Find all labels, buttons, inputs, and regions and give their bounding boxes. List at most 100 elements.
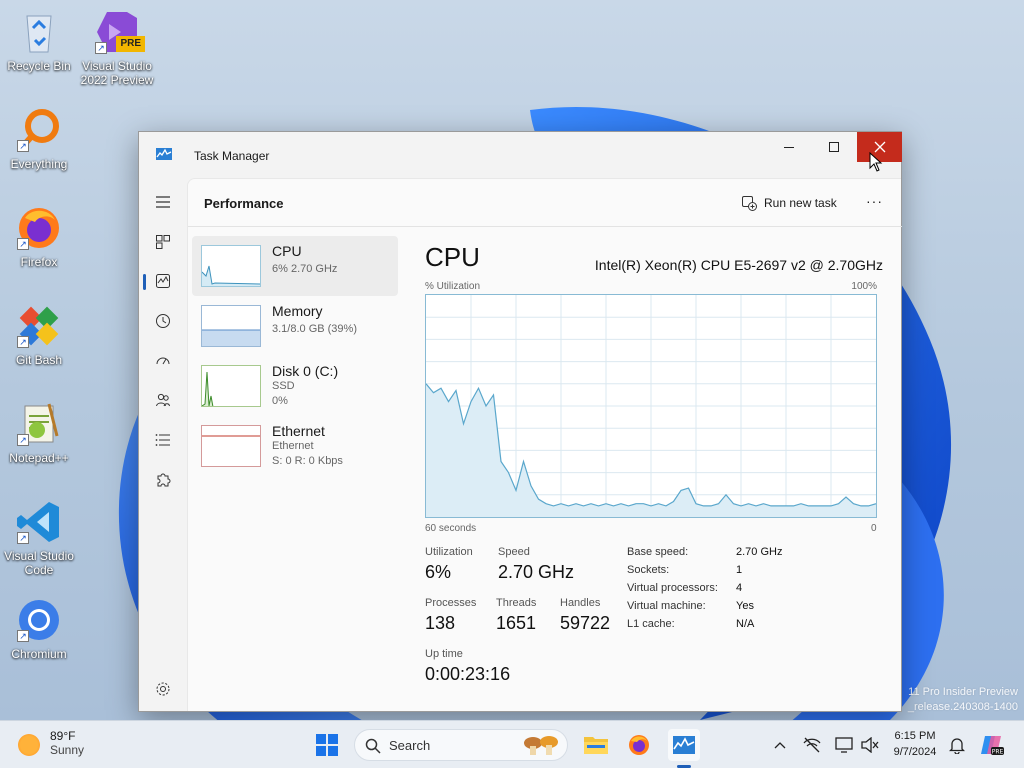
build-watermark-line1: 11 Pro Insider Preview — [908, 686, 1018, 698]
tray-network-status[interactable] — [796, 729, 828, 761]
desktop-icon-notepad-plus-plus[interactable]: ↗ Notepad++ — [1, 400, 77, 465]
nav-processes[interactable] — [147, 226, 179, 258]
search-highlight-mushroom-icon — [524, 736, 558, 755]
shortcut-arrow-icon: ↗ — [17, 434, 29, 446]
vscode-icon: ↗ — [15, 498, 63, 546]
taskbar-search-box[interactable]: Search — [354, 729, 568, 761]
more-options-button[interactable]: ··· — [866, 193, 883, 209]
desktop-icon-firefox[interactable]: ↗ Firefox — [1, 204, 77, 269]
resource-detail: 3.1/8.0 GB (39%) — [272, 323, 357, 335]
nav-startup-apps[interactable] — [147, 345, 179, 377]
detail-title: CPU — [425, 242, 480, 272]
nav-details[interactable] — [147, 424, 179, 456]
spec-value: N/A — [736, 618, 755, 630]
speed-value: 2.70 GHz — [498, 562, 575, 582]
maximize-button[interactable] — [811, 132, 856, 162]
desktop-icon-visual-studio-2022[interactable]: PRE ↗ Visual Studio 2022 Preview — [79, 8, 155, 87]
clock[interactable]: 6:15 PM 9/7/2024 — [880, 728, 950, 760]
hamburger-menu-button[interactable] — [147, 186, 179, 218]
y-axis-max-label: 100% — [851, 281, 877, 292]
hamburger-icon — [156, 196, 170, 208]
utilization-label: Utilization — [425, 546, 473, 558]
resource-name: CPU — [272, 243, 302, 259]
history-icon — [156, 314, 170, 328]
taskbar-task-manager[interactable] — [668, 729, 700, 761]
cpu-detail-pane: CPU Intel(R) Xeon(R) CPU E5-2697 v2 @ 2.… — [424, 236, 884, 706]
taskbar-file-explorer[interactable] — [580, 729, 612, 761]
spec-value: Yes — [736, 600, 754, 612]
sunny-weather-icon — [18, 734, 40, 756]
show-hidden-icons-button[interactable] — [764, 729, 796, 761]
copilot-button[interactable]: PRE — [976, 729, 1008, 761]
start-button[interactable] — [311, 729, 343, 761]
nav-users[interactable] — [147, 384, 179, 416]
desktop-icon-label: Everything — [10, 157, 68, 171]
clock-time: 6:15 PM — [894, 730, 936, 742]
minimize-button[interactable] — [766, 132, 811, 162]
resource-item-ethernet[interactable]: Ethernet Ethernet S: 0 R: 0 Kbps — [192, 416, 398, 476]
cpu-thumbnail-graph — [201, 245, 261, 287]
build-watermark-line2: _release.240308-1400 — [907, 701, 1018, 713]
content-header: Performance Run new task ··· — [188, 179, 902, 227]
shortcut-arrow-icon: ↗ — [17, 630, 29, 642]
resource-item-memory[interactable]: Memory 3.1/8.0 GB (39%) — [192, 296, 398, 356]
desktop-icon-chromium[interactable]: ↗ Chromium — [1, 596, 77, 661]
windows-logo-icon — [316, 734, 338, 756]
shortcut-arrow-icon: ↗ — [17, 140, 29, 152]
minimize-icon — [783, 146, 794, 148]
desktop-icon-recycle-bin[interactable]: Recycle Bin — [1, 8, 77, 73]
notifications-button[interactable] — [941, 729, 973, 761]
desktop-icon-label: Visual Studio Code — [4, 549, 74, 577]
shortcut-arrow-icon: ↗ — [17, 532, 29, 544]
run-new-task-icon — [742, 196, 757, 211]
svg-text:PRE: PRE — [992, 749, 1004, 756]
desktop-icon-everything[interactable]: ↗ Everything — [1, 106, 77, 171]
firefox-icon — [629, 735, 649, 755]
visual-studio-icon: PRE ↗ — [93, 8, 145, 56]
taskbar: 89°F Sunny Search 6:15 PM 9/7/2024 PRE — [0, 720, 1024, 768]
threads-value: 1651 — [496, 613, 537, 633]
x-axis-left-label: 60 seconds — [425, 523, 477, 534]
uptime-label: Up time — [425, 648, 463, 660]
preview-badge: PRE — [116, 36, 145, 52]
spec-value: 2.70 GHz — [736, 546, 783, 558]
resource-name: Memory — [272, 303, 323, 319]
utilization-value: 6% — [425, 562, 452, 582]
spec-label: Base speed: — [627, 546, 689, 558]
disk-thumbnail-graph — [201, 365, 261, 407]
title-bar[interactable]: Task Manager — [139, 132, 902, 166]
shortcut-arrow-icon: ↗ — [17, 238, 29, 250]
nav-app-history[interactable] — [147, 305, 179, 337]
desktop-icon-label: Recycle Bin — [7, 59, 71, 73]
resource-list: CPU 6% 2.70 GHz Memory 3.1/8.0 GB (39%) … — [192, 236, 398, 476]
processes-value: 138 — [425, 613, 456, 633]
desktop-icon-label: Notepad++ — [9, 451, 69, 465]
performance-icon — [156, 274, 170, 288]
spec-label: Sockets: — [627, 564, 670, 576]
uptime-value: 0:00:23:16 — [425, 664, 511, 684]
taskbar-firefox[interactable] — [623, 729, 655, 761]
recycle-bin-icon — [15, 8, 63, 56]
resource-item-disk[interactable]: Disk 0 (C:) SSD 0% — [192, 356, 398, 416]
nav-settings[interactable] — [147, 673, 179, 705]
shortcut-arrow-icon: ↗ — [17, 336, 29, 348]
desktop-icon-label: Firefox — [20, 255, 58, 269]
resource-type: SSD — [272, 380, 295, 392]
resource-detail: 6% 2.70 GHz — [272, 263, 338, 275]
search-placeholder: Search — [389, 738, 431, 753]
desktop-icon-label: Git Bash — [15, 353, 63, 367]
desktop-icon-label: Visual Studio 2022 Preview — [80, 59, 154, 87]
cpu-graph-svg — [425, 295, 877, 517]
x-axis-right-label: 0 — [871, 523, 877, 534]
resource-detail: 0% — [272, 395, 288, 407]
nav-performance[interactable] — [143, 265, 179, 297]
desktop-icon-git-bash[interactable]: ↗ Git Bash — [1, 302, 77, 367]
processes-icon — [156, 235, 170, 249]
run-new-task-button[interactable]: Run new task — [741, 195, 837, 211]
desktop-icon-vscode[interactable]: ↗ Visual Studio Code — [1, 498, 77, 577]
resource-item-cpu[interactable]: CPU 6% 2.70 GHz — [192, 236, 398, 296]
maximize-icon — [828, 142, 839, 152]
nav-services[interactable] — [147, 464, 179, 496]
weather-widget[interactable]: 89°F Sunny — [18, 729, 84, 757]
git-bash-icon: ↗ — [15, 302, 63, 350]
